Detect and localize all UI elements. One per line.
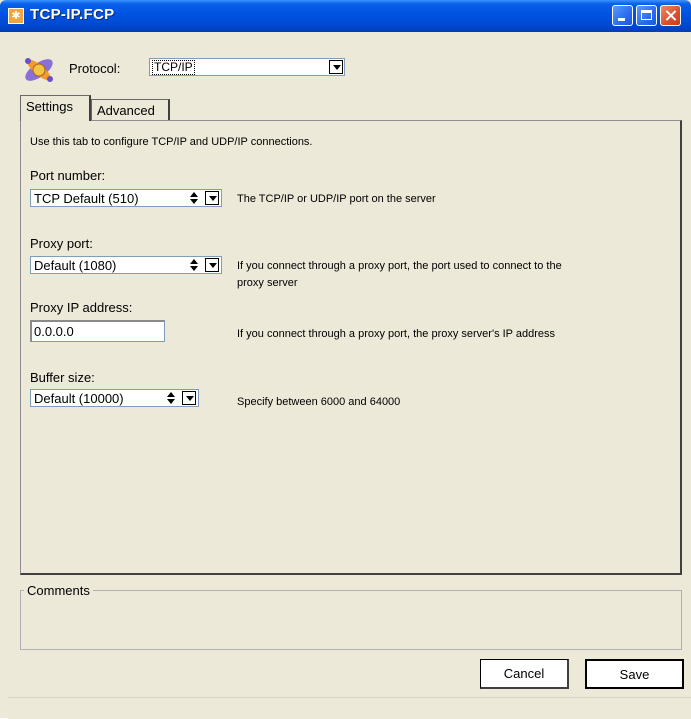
close-button[interactable] [660, 5, 681, 26]
proxy-port-spinner[interactable]: Default (1080) [30, 256, 222, 274]
proxy-port-help-line1: If you connect through a proxy port, the… [237, 260, 562, 272]
window-title: TCP-IP.FCP [30, 6, 115, 23]
protocol-select[interactable]: TCP/IP [149, 58, 345, 76]
comments-label: Comments [24, 583, 93, 598]
port-number-help: The TCP/IP or UDP/IP port on the server [237, 193, 436, 205]
proxy-ip-value: 0.0.0.0 [34, 324, 74, 339]
chevron-down-icon[interactable] [205, 258, 219, 272]
proxy-port-value: Default (1080) [34, 258, 117, 273]
buffer-size-label: Buffer size: [30, 370, 95, 385]
proxy-ip-label: Proxy IP address: [30, 300, 133, 315]
spin-arrows-icon[interactable] [163, 391, 177, 405]
proxy-ip-help: If you connect through a proxy port, the… [237, 328, 556, 340]
protocol-label: Protocol: [69, 61, 121, 76]
settings-description: Use this tab to configure TCP/IP and UDP… [30, 136, 313, 148]
minimize-button[interactable] [612, 5, 633, 26]
app-icon: ✱ [8, 8, 24, 24]
proxy-port-label: Proxy port: [30, 236, 93, 251]
port-number-value: TCP Default (510) [34, 191, 139, 206]
buffer-size-spinner[interactable]: Default (10000) [30, 389, 199, 407]
spin-arrows-icon[interactable] [186, 191, 200, 205]
save-button[interactable]: Save [585, 659, 684, 689]
chevron-down-icon[interactable] [329, 60, 343, 74]
tab-advanced[interactable]: Advanced [91, 99, 170, 121]
port-number-label: Port number: [30, 168, 106, 183]
buffer-size-value: Default (10000) [34, 391, 124, 406]
maximize-button[interactable] [636, 5, 657, 26]
chevron-down-icon[interactable] [205, 191, 219, 205]
spin-arrows-icon[interactable] [186, 258, 200, 272]
window: ✱ TCP-IP.FCP Protocol: TCP/IP Settings A… [0, 0, 691, 719]
port-number-spinner[interactable]: TCP Default (510) [30, 189, 222, 207]
title-bar[interactable]: ✱ TCP-IP.FCP [0, 0, 691, 32]
chevron-down-icon[interactable] [182, 391, 196, 405]
proxy-port-help-line2: proxy server [237, 277, 298, 289]
protocol-select-value: TCP/IP [152, 60, 195, 75]
cancel-button[interactable]: Cancel [480, 659, 569, 689]
status-bar [8, 697, 691, 719]
protocol-icon [25, 58, 53, 82]
buffer-size-help: Specify between 6000 and 64000 [237, 396, 401, 408]
comments-field[interactable] [20, 590, 682, 650]
proxy-ip-input[interactable]: 0.0.0.0 [30, 320, 165, 342]
tab-settings[interactable]: Settings [20, 95, 91, 121]
